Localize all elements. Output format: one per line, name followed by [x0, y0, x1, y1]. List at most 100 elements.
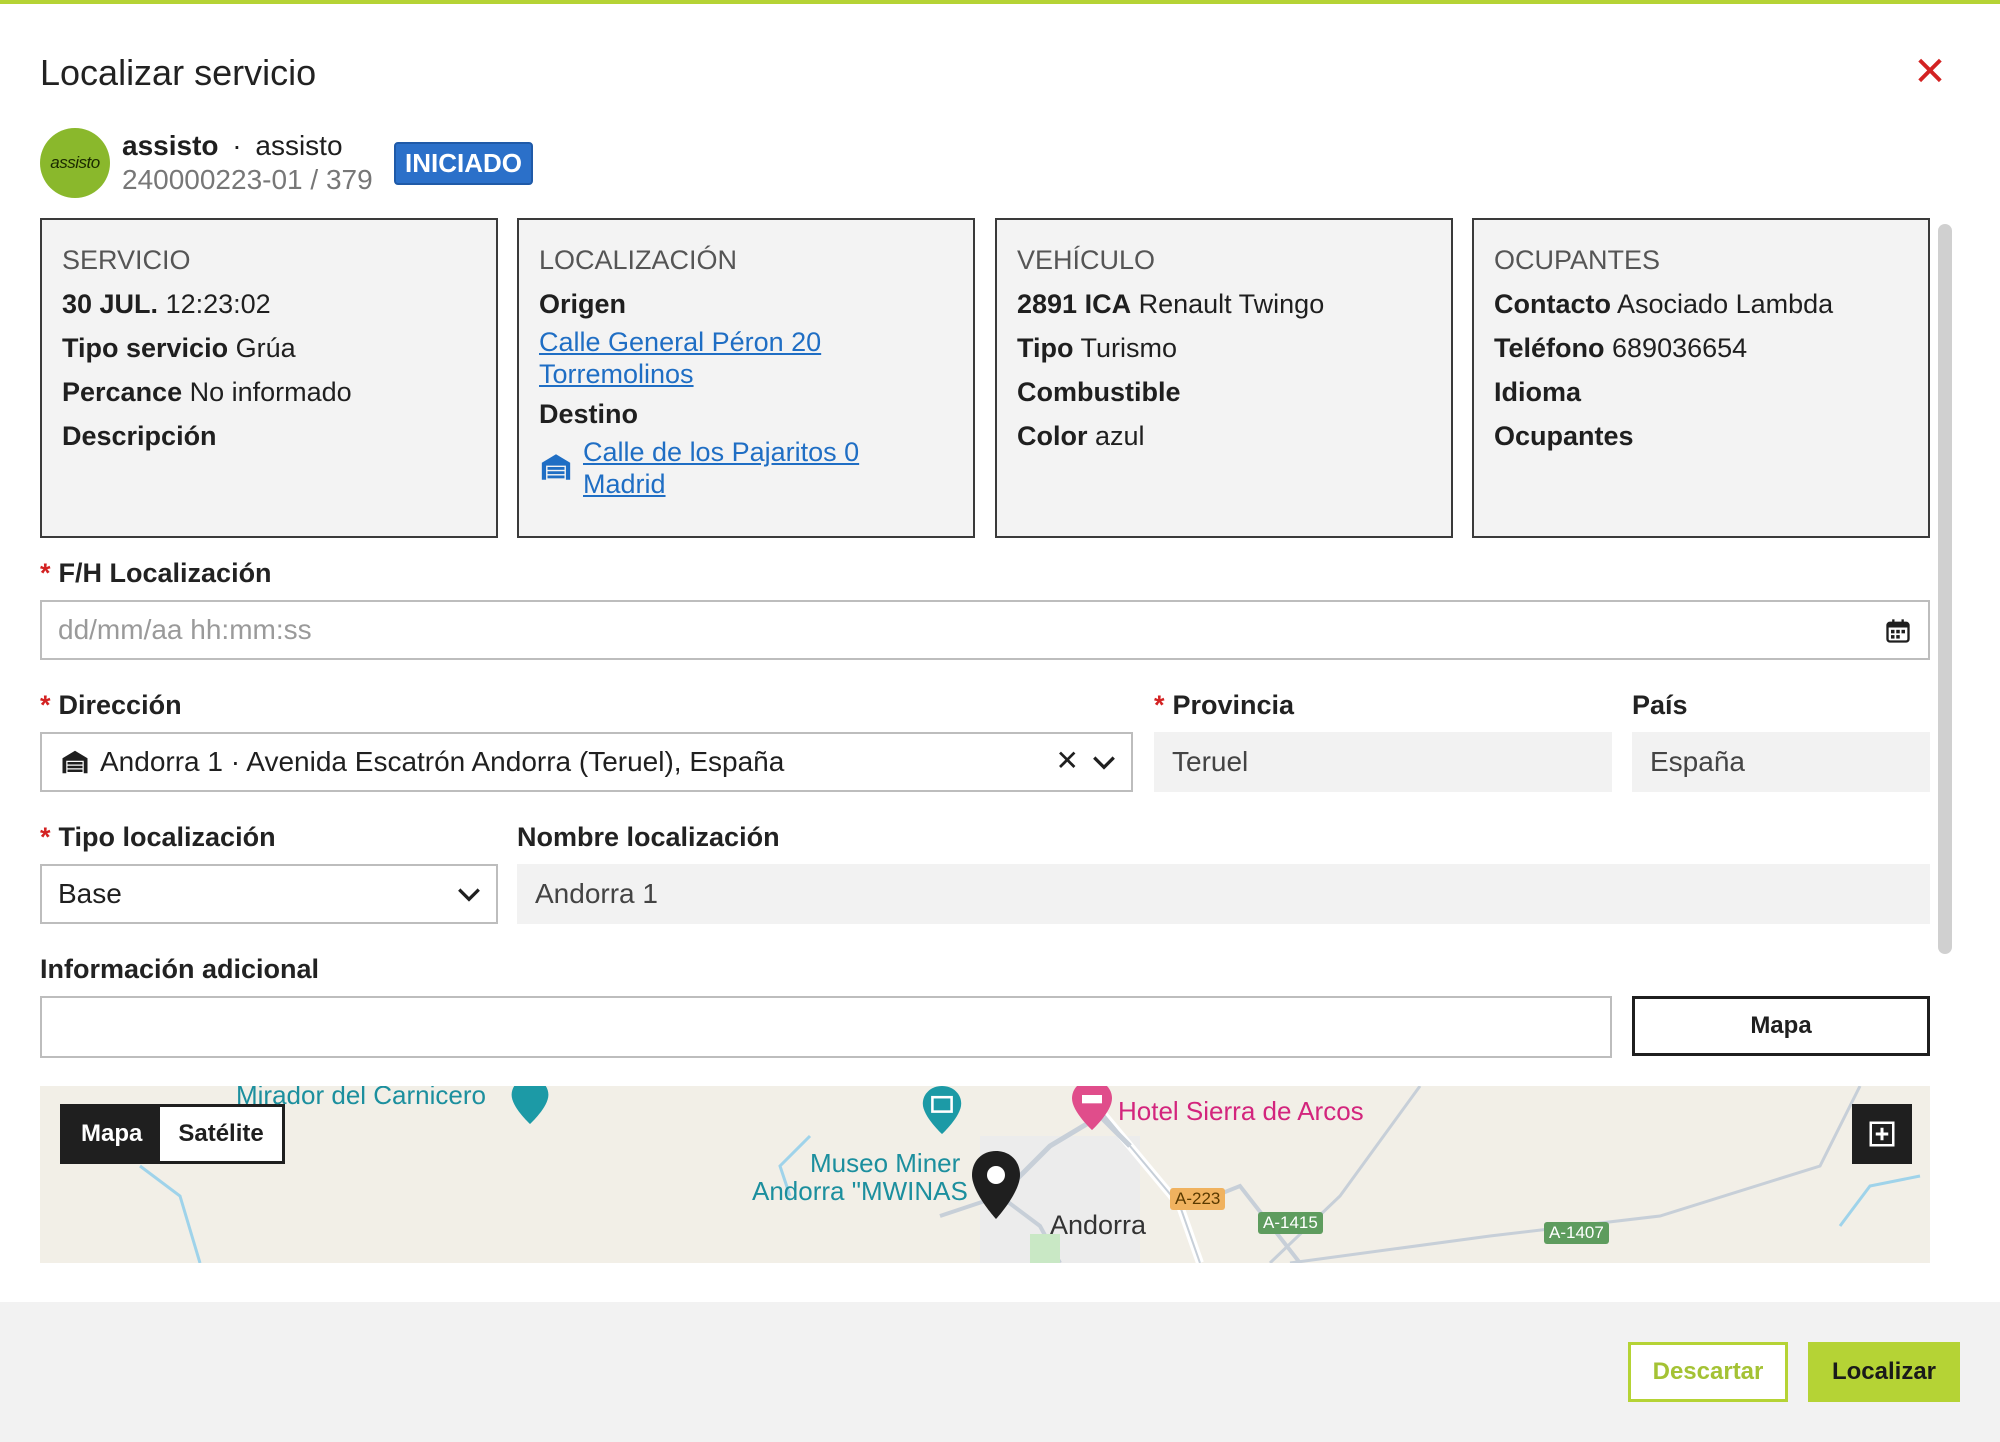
- map-type-toggle[interactable]: Mapa Satélite: [60, 1104, 285, 1164]
- road-a223: A-223: [1170, 1188, 1226, 1210]
- card-vehiculo: VEHÍCULO 2891 ICA Renault Twingo Tipo Tu…: [995, 218, 1453, 538]
- vehicle-plate: 2891 ICA: [1017, 289, 1132, 319]
- descripcion-row: Descripción: [62, 414, 476, 458]
- percance-value: No informado: [189, 377, 352, 407]
- required-mark: *: [40, 822, 51, 852]
- additional-info-input[interactable]: [40, 996, 1612, 1058]
- occupants-label: Ocupantes: [1494, 421, 1634, 451]
- fuel-row: Combustible: [1017, 370, 1431, 414]
- info-label: Información adicional: [40, 954, 320, 984]
- modal-title: Localizar servicio: [40, 52, 317, 93]
- contact-label: Contacto: [1494, 289, 1611, 319]
- calendar-icon[interactable]: [1884, 617, 1912, 645]
- vehicle-model: Renault Twingo: [1138, 289, 1325, 319]
- nombre-label: Nombre localización: [517, 822, 780, 852]
- fh-label-text: F/H Localización: [58, 558, 272, 588]
- locate-button[interactable]: Localizar: [1808, 1342, 1960, 1402]
- direccion-label: * Dirección: [40, 690, 182, 721]
- origen-city[interactable]: Torremolinos: [539, 358, 953, 390]
- road-a1407: A-1407: [1544, 1222, 1609, 1244]
- map-button[interactable]: Mapa: [1632, 996, 1930, 1056]
- town-label: Andorra: [1050, 1210, 1147, 1240]
- close-icon[interactable]: ✕: [1910, 52, 1950, 92]
- discard-button[interactable]: Descartar: [1628, 1342, 1788, 1402]
- client-name: assisto: [122, 130, 219, 161]
- modal-footer: Descartar Localizar: [0, 1302, 2000, 1442]
- location-marker-icon[interactable]: [972, 1150, 1020, 1220]
- fullscreen-button[interactable]: [1852, 1104, 1912, 1164]
- top-accent-bar: [0, 0, 2000, 4]
- direccion-label-text: Dirección: [58, 690, 182, 720]
- destino-label: Destino: [539, 399, 639, 429]
- location-name-field: Andorra 1: [517, 864, 1930, 924]
- required-mark: *: [40, 690, 51, 720]
- museum-pin-icon: [922, 1086, 962, 1134]
- service-reference: 240000223-01 / 379: [122, 164, 373, 195]
- location-type-select[interactable]: Base: [40, 864, 498, 924]
- hotel-pin-icon: [1072, 1086, 1112, 1130]
- color-row: Color azul: [1017, 414, 1431, 458]
- pais-label: País: [1632, 690, 1688, 720]
- chevron-down-icon[interactable]: [1091, 752, 1117, 774]
- service-type-value: Grúa: [235, 333, 296, 363]
- poi-hotel: Hotel Sierra de Arcos: [1118, 1096, 1364, 1126]
- card-title: VEHÍCULO: [1017, 245, 1156, 275]
- service-date: 30 JUL.: [62, 289, 159, 319]
- phone-row: Teléfono 689036654: [1494, 326, 1908, 370]
- vehicle-type-label: Tipo: [1017, 333, 1074, 363]
- destino-address[interactable]: Calle de los Pajaritos 0: [583, 436, 859, 468]
- scroll-content: SERVICIO 30 JUL. 12:23:02 Tipo servicio …: [40, 218, 1930, 1263]
- road-a1415: A-1415: [1258, 1212, 1323, 1234]
- map-toggle-satellite[interactable]: Satélite: [160, 1107, 282, 1161]
- card-title: SERVICIO: [62, 245, 191, 275]
- language-row: Idioma: [1494, 370, 1908, 414]
- service-time: 12:23:02: [165, 289, 271, 319]
- expand-icon: [1869, 1121, 1895, 1147]
- color-label: Color: [1017, 421, 1088, 451]
- destino-city[interactable]: Madrid: [583, 468, 859, 500]
- datetime-placeholder: dd/mm/aa hh:mm:ss: [58, 614, 312, 645]
- service-type-row: Tipo servicio Grúa: [62, 326, 476, 370]
- provincia-field: Teruel: [1154, 732, 1612, 792]
- phone-label: Teléfono: [1494, 333, 1605, 363]
- location-type-value: Base: [58, 878, 122, 909]
- occupants-row: Ocupantes: [1494, 414, 1908, 458]
- client-separator: ·: [232, 130, 242, 161]
- info-cards: SERVICIO 30 JUL. 12:23:02 Tipo servicio …: [40, 218, 1930, 538]
- scrollbar[interactable]: [1938, 224, 1952, 954]
- required-mark: *: [40, 558, 51, 588]
- vehicle-type-row: Tipo Turismo: [1017, 326, 1431, 370]
- destino-link[interactable]: Calle de los Pajaritos 0 Madrid: [539, 436, 953, 500]
- client-line: assisto · assisto: [122, 130, 343, 162]
- vehicle-row: 2891 ICA Renault Twingo: [1017, 282, 1431, 326]
- required-mark: *: [1154, 690, 1165, 720]
- card-localizacion: LOCALIZACIÓN Origen Calle General Péron …: [517, 218, 975, 538]
- origen-address[interactable]: Calle General Péron 20: [539, 326, 953, 358]
- card-servicio: SERVICIO 30 JUL. 12:23:02 Tipo servicio …: [40, 218, 498, 538]
- provincia-label-text: Provincia: [1172, 690, 1295, 720]
- client-secondary: assisto: [255, 130, 343, 161]
- address-select[interactable]: Andorra 1 · Avenida Escatrón Andorra (Te…: [40, 732, 1133, 792]
- chevron-down-icon[interactable]: [456, 884, 482, 906]
- card-title: LOCALIZACIÓN: [539, 245, 738, 275]
- phone-value: 689036654: [1612, 333, 1748, 363]
- poi-museo-line1: Museo Miner: [810, 1148, 961, 1178]
- pais-field: España: [1632, 732, 1930, 792]
- garage-icon: [62, 750, 88, 774]
- status-badge: INICIADO: [394, 142, 533, 185]
- clear-icon[interactable]: ✕: [1056, 744, 1079, 777]
- map-view[interactable]: Mapa Satélite Mirador del Carnicero Muse…: [40, 1086, 1930, 1263]
- origen-link[interactable]: Calle General Péron 20 Torremolinos: [539, 326, 953, 390]
- service-type-label: Tipo servicio: [62, 333, 229, 363]
- map-toggle-map[interactable]: Mapa: [63, 1107, 161, 1161]
- garage-icon: [541, 454, 571, 480]
- service-datetime: 30 JUL. 12:23:02: [62, 282, 476, 326]
- card-ocupantes: OCUPANTES Contacto Asociado Lambda Teléf…: [1472, 218, 1930, 538]
- contact-row: Contacto Asociado Lambda: [1494, 282, 1908, 326]
- descripcion-label: Descripción: [62, 421, 217, 451]
- card-title: OCUPANTES: [1494, 245, 1661, 275]
- datetime-input[interactable]: dd/mm/aa hh:mm:ss: [40, 600, 1930, 660]
- mirador-pin-icon: [511, 1086, 549, 1124]
- tipo-label: * Tipo localización: [40, 822, 276, 853]
- poi-mirador: Mirador del Carnicero: [236, 1086, 486, 1110]
